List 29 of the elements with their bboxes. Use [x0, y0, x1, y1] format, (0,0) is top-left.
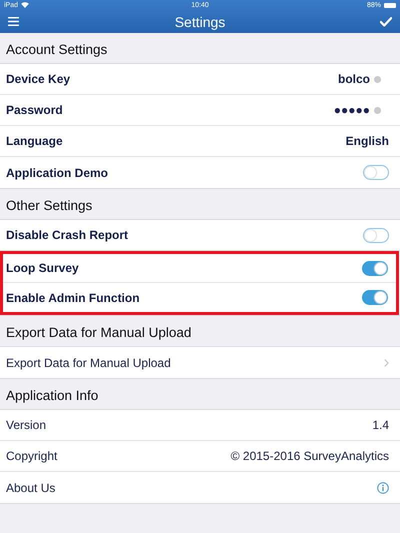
checkmark-icon[interactable]: [380, 16, 392, 26]
text-field[interactable]: ●●●●●: [334, 103, 381, 117]
setting-label: Password: [6, 103, 63, 117]
setting-value: 1.4: [372, 418, 389, 432]
info-icon[interactable]: [377, 482, 389, 494]
setting-label: Application Demo: [6, 166, 108, 180]
setting-label: About Us: [6, 480, 56, 494]
setting-label: Export Data for Manual Upload: [6, 356, 171, 370]
toggle-switch[interactable]: [362, 260, 388, 276]
toggle-switch[interactable]: [363, 165, 389, 180]
setting-label: Enable Admin Function: [6, 290, 140, 304]
toggle-switch[interactable]: [362, 290, 388, 305]
setting-value: © 2015-2016 SurveyAnalytics: [230, 449, 389, 463]
clear-icon[interactable]: [374, 76, 381, 82]
toggle-switch[interactable]: [363, 228, 389, 242]
battery-icon: [384, 2, 396, 8]
setting-value: English: [346, 134, 389, 148]
screen-title: Settings: [174, 14, 226, 30]
setting-label: Language: [6, 134, 63, 148]
chevron-icon[interactable]: [384, 358, 389, 366]
setting-label: Disable Crash Report: [6, 228, 128, 242]
setting-label: Loop Survey: [6, 261, 79, 275]
wifi-icon: [21, 2, 30, 8]
setting-label: Device Key: [6, 72, 70, 86]
setting-label: Copyright: [6, 449, 58, 463]
setting-label: Version: [6, 418, 46, 432]
clear-icon[interactable]: [374, 106, 381, 114]
text-field[interactable]: bolco: [338, 72, 381, 86]
menu-icon[interactable]: [8, 17, 19, 26]
